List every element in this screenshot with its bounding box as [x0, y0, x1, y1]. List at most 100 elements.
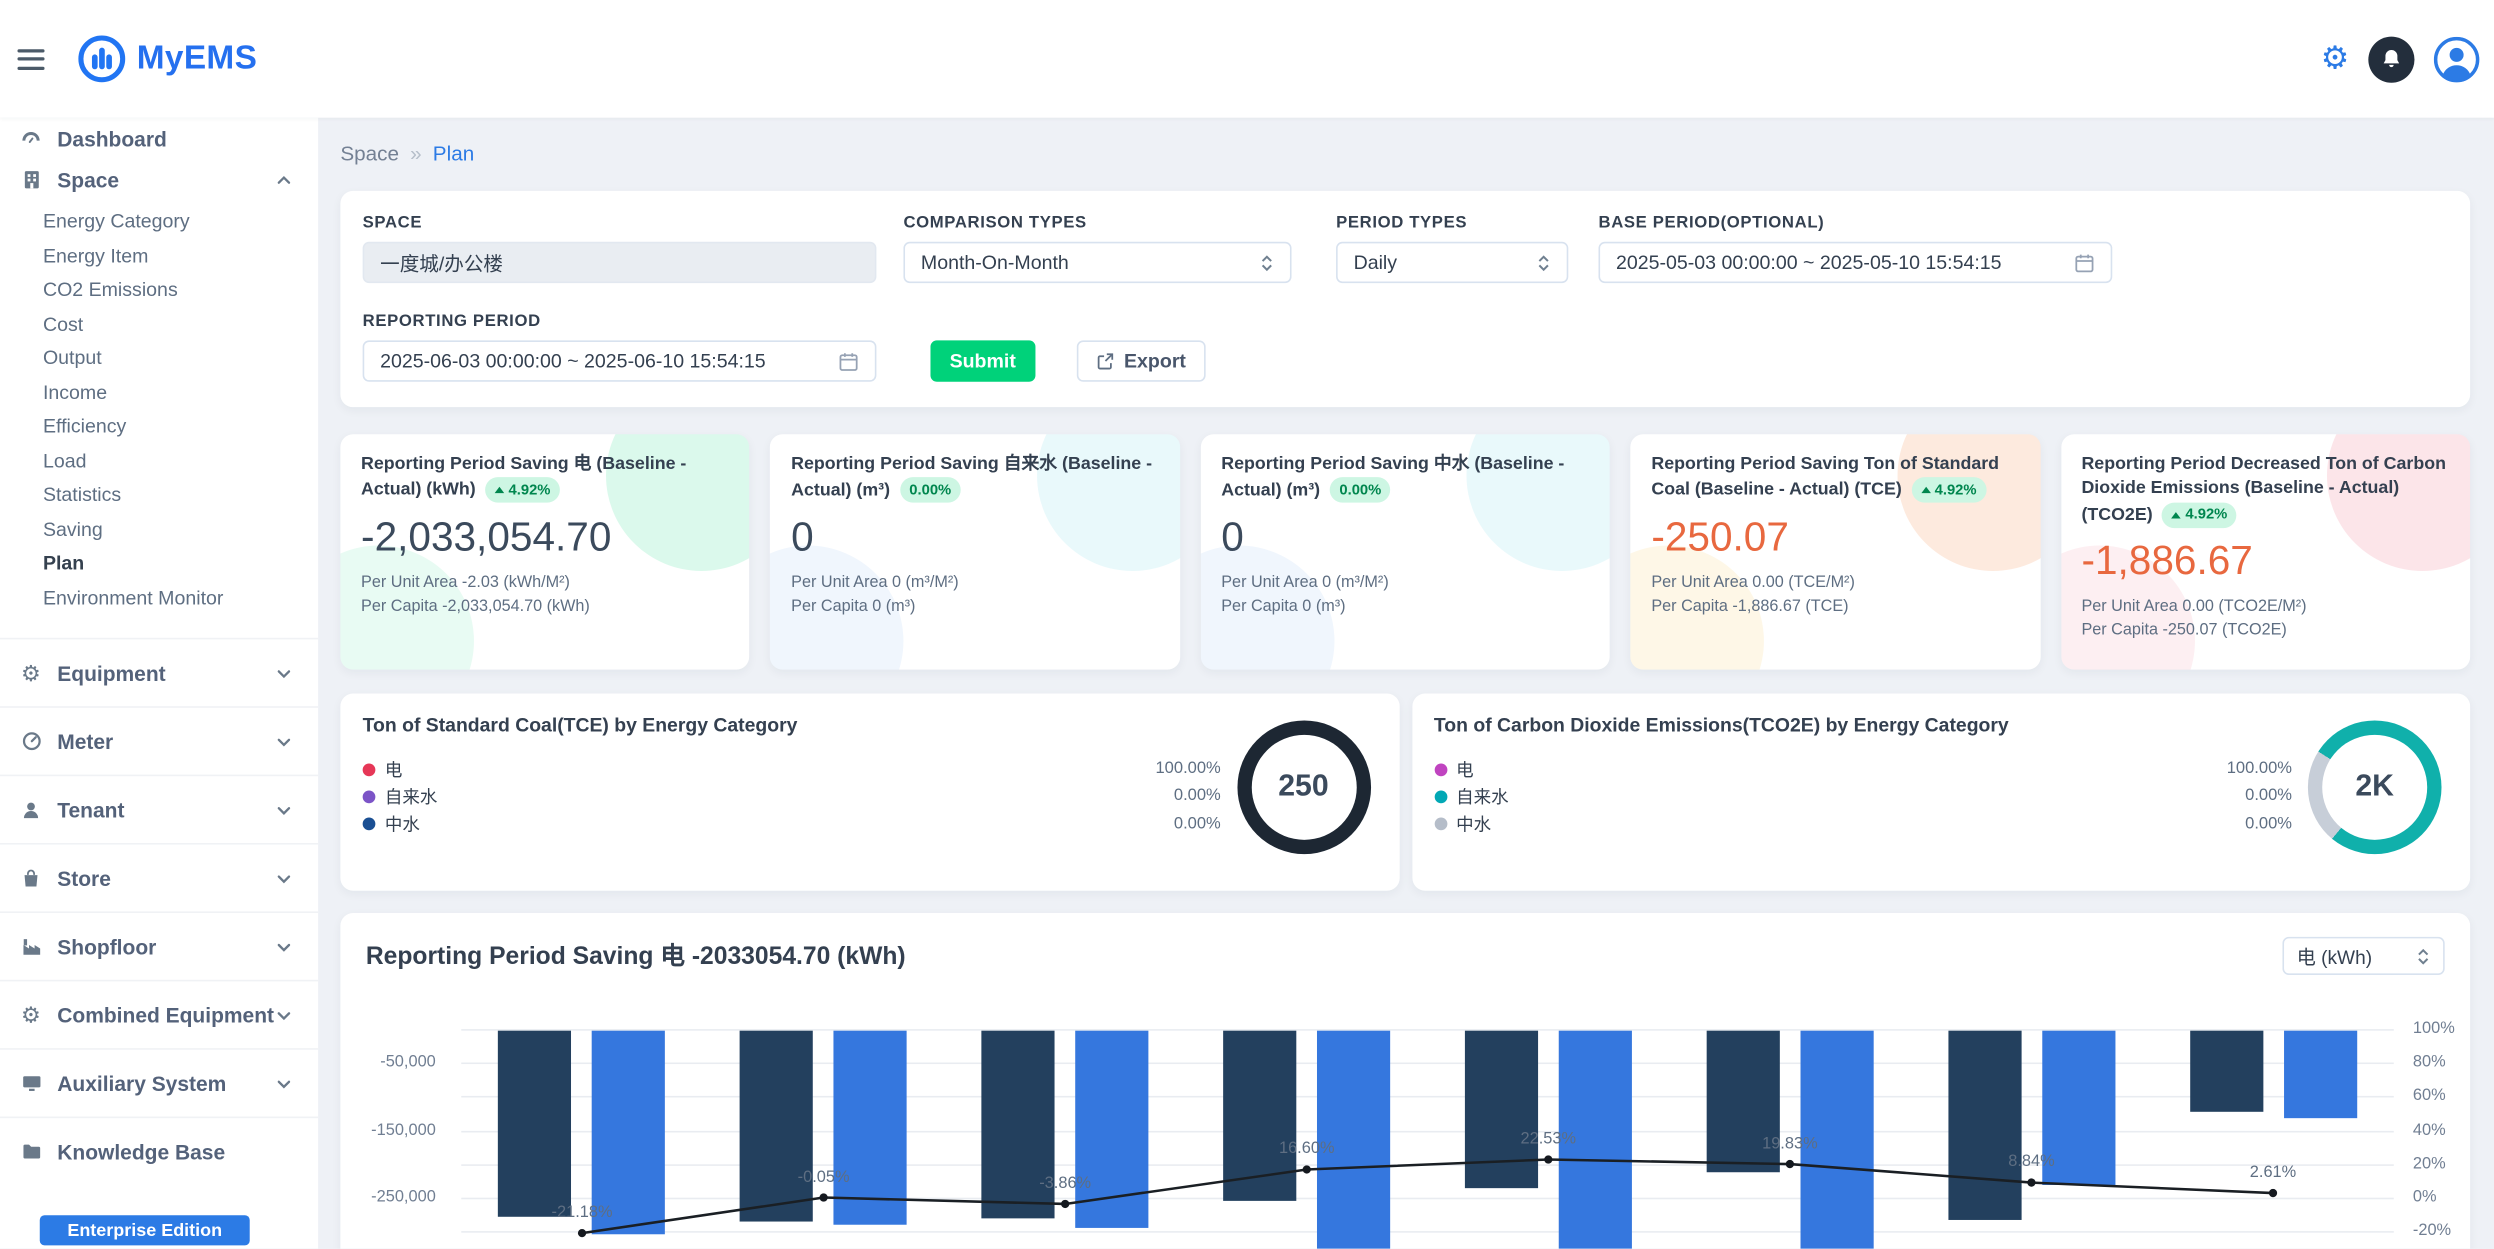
monitor-icon	[17, 1072, 44, 1094]
sidebar-subitem-co2-emissions[interactable]: CO2 Emissions	[0, 274, 318, 308]
sidebar-subitem-environment-monitor[interactable]: Environment Monitor	[0, 581, 318, 615]
chart-unit-select[interactable]: 电 (kWh)	[2282, 937, 2444, 975]
sidebar-item-space[interactable]: Space	[0, 159, 318, 200]
select-chevrons-icon	[2416, 946, 2430, 967]
sidebar-item-label: Space	[57, 168, 119, 192]
comparison-types-label: COMPARISON TYPES	[903, 213, 1291, 232]
chart-title: Reporting Period Saving 电 -2033054.70 (k…	[366, 937, 906, 972]
factory-icon	[17, 935, 44, 957]
period-type-select[interactable]: Daily	[1336, 242, 1568, 283]
change-badge: 0.00%	[1330, 478, 1391, 503]
donut-center-value: 250	[1237, 721, 1371, 855]
legend-item: 自来水	[1434, 783, 1509, 811]
saving-chart-card: Reporting Period Saving 电 -2033054.70 (k…	[340, 913, 2470, 1249]
sidebar-item-tenant[interactable]: Tenant	[0, 775, 318, 843]
metric-value: -1,886.67	[2081, 540, 2449, 586]
sidebar-item-shopfloor[interactable]: Shopfloor	[0, 911, 318, 979]
metric-cards-row: Reporting Period Saving 电 (Baseline - Ac…	[340, 434, 2470, 669]
metric-card-tco2e-decrease: Reporting Period Decreased Ton of Carbon…	[2061, 434, 2470, 669]
card-title: Ton of Carbon Dioxide Emissions(TCO2E) b…	[1434, 714, 2448, 736]
per-unit-area: Per Unit Area 0.00 (TCE/M²)	[1651, 574, 2019, 591]
line-point-label: 2.61%	[2250, 1164, 2296, 1181]
export-button[interactable]: Export	[1076, 340, 1205, 381]
page: MyEMS ⚙ Dashboar	[0, 0, 2494, 1249]
legend-dot	[363, 790, 376, 803]
sidebar-subitem-income[interactable]: Income	[0, 376, 318, 410]
user-avatar[interactable]	[2434, 36, 2480, 82]
legend-item: 中水	[1434, 811, 1509, 839]
legend-item: 中水	[363, 811, 438, 839]
per-capita: Per Capita -1,886.67 (TCE)	[1651, 598, 2019, 615]
space-input[interactable]: 一度城/办公楼	[363, 242, 877, 283]
sidebar-item-auxiliary-system[interactable]: Auxiliary System	[0, 1048, 318, 1116]
sidebar-item-label: Dashboard	[57, 126, 167, 150]
per-unit-area: Per Unit Area 0 (m³/M²)	[1221, 575, 1589, 592]
calendar-icon	[838, 351, 859, 372]
sidebar-subitem-output[interactable]: Output	[0, 342, 318, 376]
reporting-period-input[interactable]: 2025-06-03 00:00:00 ~ 2025-06-10 15:54:1…	[363, 340, 877, 381]
chevron-up-icon	[275, 171, 292, 188]
breadcrumb-plan[interactable]: Plan	[433, 142, 474, 166]
sidebar-item-dashboard[interactable]: Dashboard	[0, 118, 318, 159]
line-point-label: 16.60%	[1279, 1141, 1335, 1158]
legend-item: 自来水	[363, 783, 438, 811]
per-unit-area: Per Unit Area -2.03 (kWh/M²)	[361, 574, 729, 591]
sidebar-subitem-energy-item[interactable]: Energy Item	[0, 239, 318, 273]
legend-percentages: 100.00% 0.00% 0.00%	[1155, 756, 1220, 839]
legend-dot	[1434, 790, 1447, 803]
donut-center-value: 2K	[2308, 721, 2442, 855]
change-badge: 0.00%	[900, 478, 961, 503]
sidebar-subitem-efficiency[interactable]: Efficiency	[0, 410, 318, 444]
space-label: SPACE	[363, 213, 877, 232]
submit-button[interactable]: Submit	[930, 340, 1034, 381]
select-chevrons-icon	[1536, 252, 1550, 273]
period-types-label: PERIOD TYPES	[1336, 213, 1568, 232]
per-capita: Per Capita -250.07 (TCO2E)	[2081, 622, 2449, 639]
export-icon	[1095, 352, 1114, 371]
card-title: Ton of Standard Coal(TCE) by Energy Cate…	[363, 714, 1377, 736]
legend-dot	[1434, 818, 1447, 831]
sidebar-subitem-energy-category[interactable]: Energy Category	[0, 205, 318, 239]
breadcrumb-separator: »	[410, 142, 422, 166]
settings-gear-icon[interactable]: ⚙	[2321, 43, 2350, 75]
sidebar-item-meter[interactable]: Meter	[0, 706, 318, 774]
shopping-bag-icon	[17, 868, 44, 889]
header-actions: ⚙	[2321, 36, 2480, 82]
sidebar-item-combined-equipment[interactable]: ⚙ Combined Equipment	[0, 980, 318, 1048]
brand-logo[interactable]: MyEMS	[78, 35, 257, 83]
legend-item: 电	[1434, 756, 1509, 784]
menu-icon[interactable]	[17, 40, 55, 78]
caret-up-icon	[495, 487, 505, 493]
per-unit-area: Per Unit Area 0 (m³/M²)	[791, 575, 1159, 592]
tco2e-donut-chart: 2K	[2308, 721, 2442, 855]
sidebar-subitem-load[interactable]: Load	[0, 445, 318, 479]
breadcrumb-space[interactable]: Space	[340, 142, 399, 166]
saving-percent-line	[366, 1004, 2445, 1249]
main-content: Space » Plan SPACE 一度城/办公楼 COMPARISON TY…	[318, 118, 2494, 1249]
sidebar-subitem-saving[interactable]: Saving	[0, 513, 318, 547]
top-bar: MyEMS ⚙	[0, 0, 2494, 118]
sidebar-subitem-plan[interactable]: Plan	[0, 547, 318, 581]
metric-value: -2,033,054.70	[361, 515, 729, 561]
legend: 电 自来水 中水	[363, 756, 438, 839]
legend-dot	[363, 818, 376, 831]
enterprise-edition-button[interactable]: Enterprise Edition	[40, 1215, 250, 1245]
gears-icon: ⚙	[17, 1004, 44, 1026]
sidebar-subitem-statistics[interactable]: Statistics	[0, 479, 318, 513]
meter-gauge-icon	[17, 730, 44, 752]
sidebar-item-equipment[interactable]: ⚙ Equipment	[0, 638, 318, 706]
gear-icon: ⚙	[17, 662, 44, 684]
tco2e-by-category-card: Ton of Carbon Dioxide Emissions(TCO2E) b…	[1412, 693, 2471, 890]
filter-card: SPACE 一度城/办公楼 COMPARISON TYPES Month-On-…	[340, 191, 2470, 407]
person-icon	[17, 799, 44, 820]
notifications-bell-icon[interactable]	[2368, 36, 2414, 82]
sidebar-item-store[interactable]: Store	[0, 843, 318, 911]
metric-card-tce-saving: Reporting Period Saving Ton of Standard …	[1631, 434, 2040, 669]
per-capita: Per Capita 0 (m³)	[791, 599, 1159, 616]
legend-percentages: 100.00% 0.00% 0.00%	[2227, 756, 2292, 839]
chevron-down-icon	[275, 869, 292, 886]
sidebar-item-knowledge-base[interactable]: Knowledge Base	[0, 1117, 318, 1185]
comparison-type-select[interactable]: Month-On-Month	[903, 242, 1291, 283]
base-period-input[interactable]: 2025-05-03 00:00:00 ~ 2025-05-10 15:54:1…	[1599, 242, 2113, 283]
sidebar-subitem-cost[interactable]: Cost	[0, 308, 318, 342]
